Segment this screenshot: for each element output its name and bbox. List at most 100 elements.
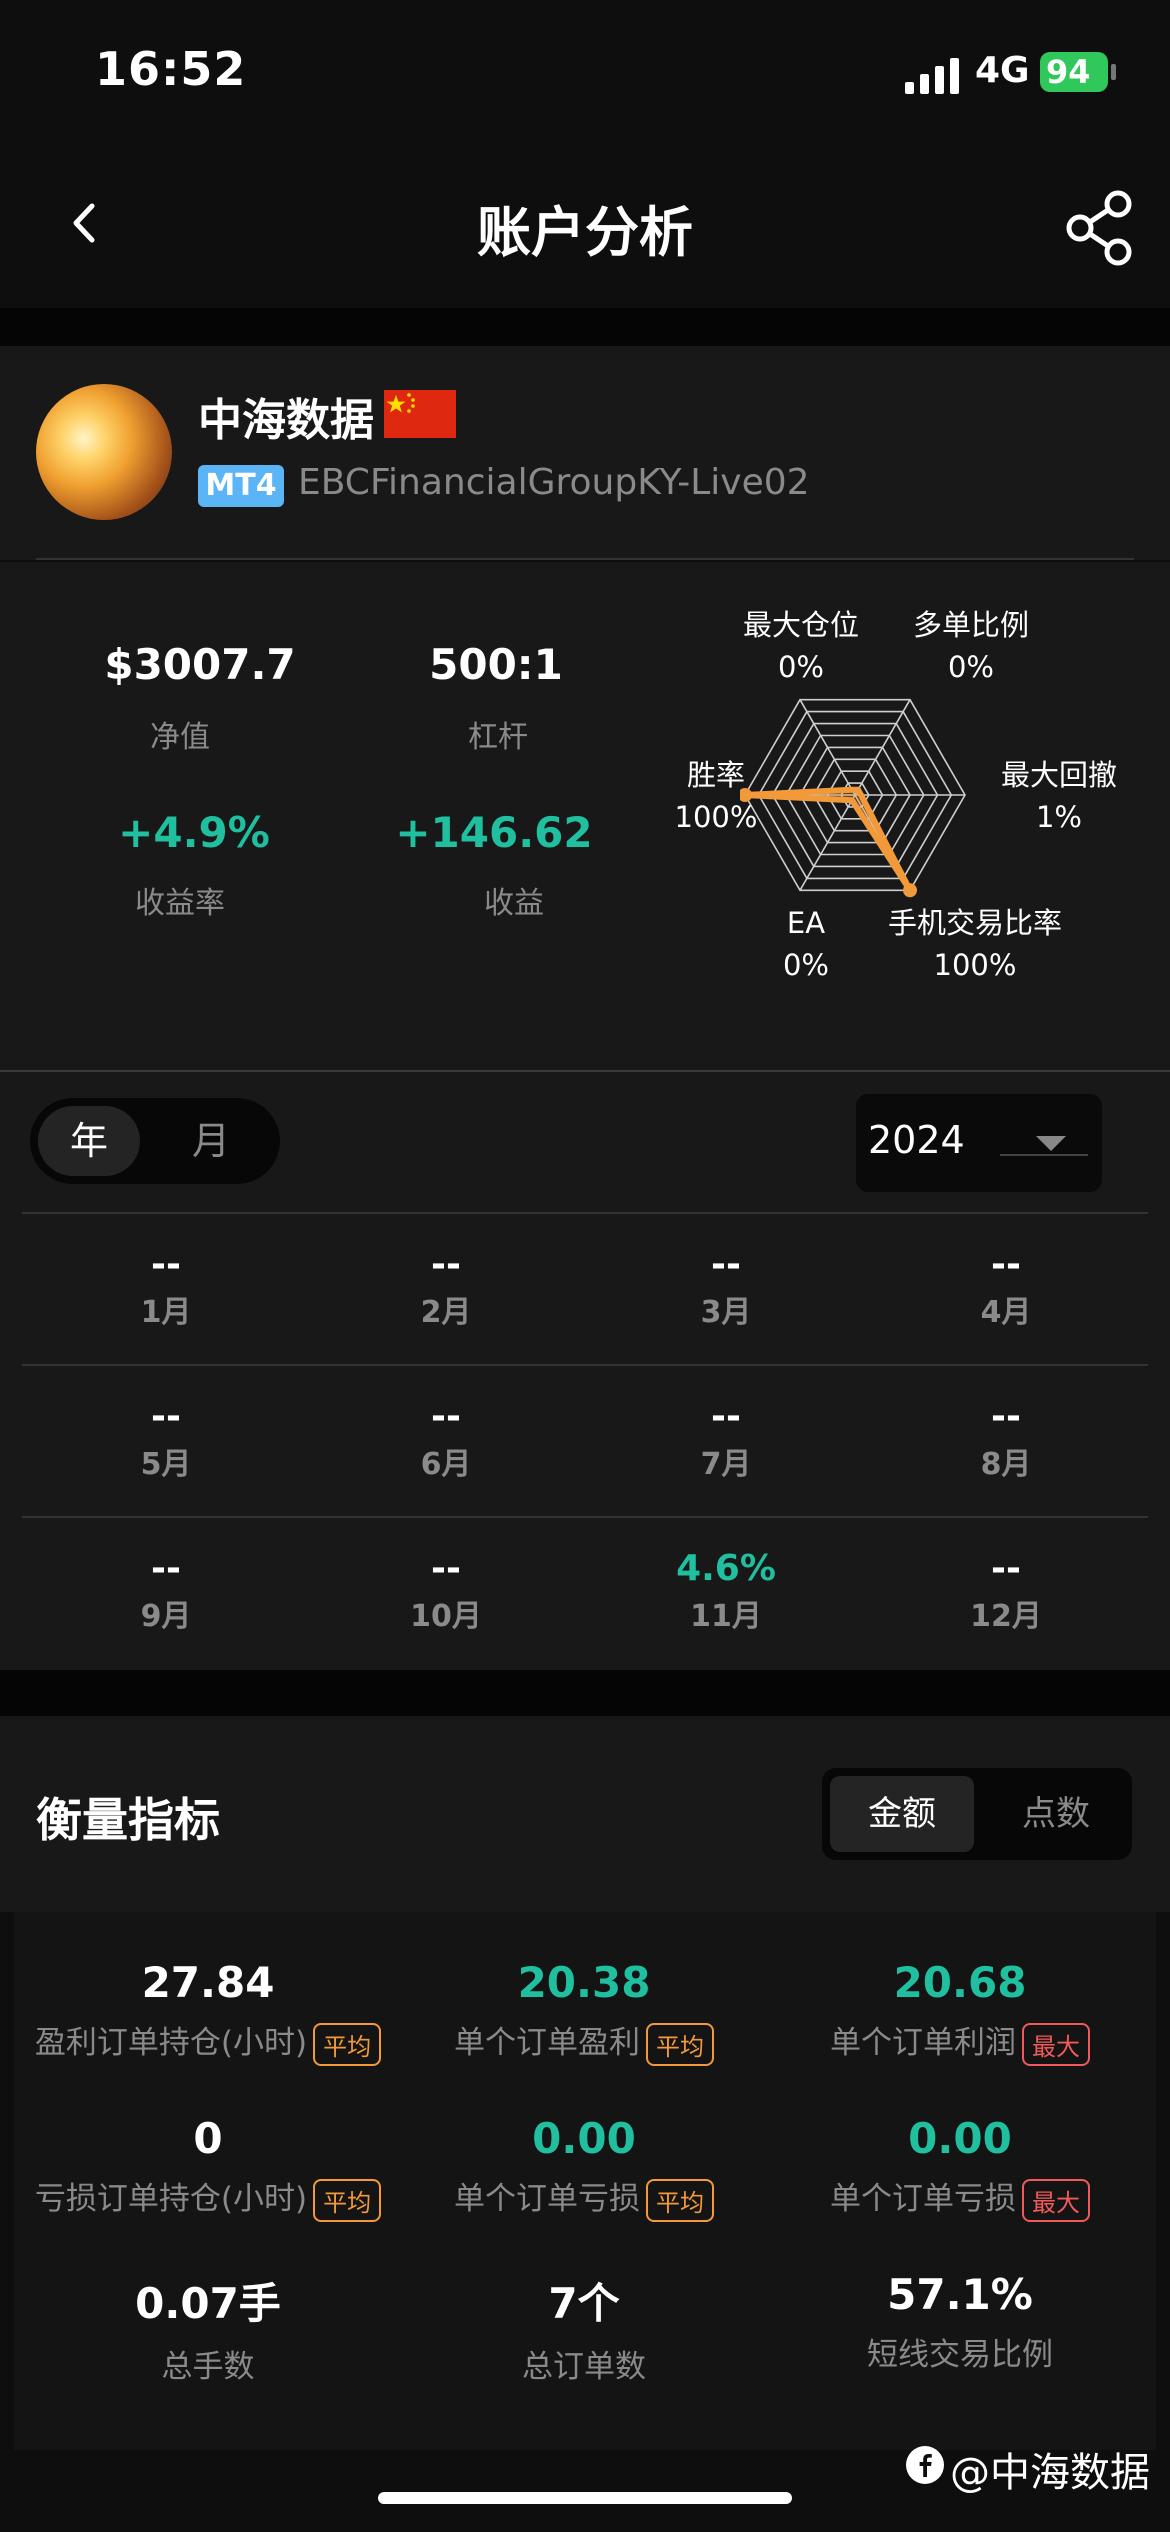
- radar-label-max-drawdown: 最大回撤 1%: [1000, 758, 1117, 834]
- facebook-icon: [906, 2446, 944, 2484]
- month-value: --: [151, 1548, 181, 1589]
- metric-loss-hold-time: 0 亏损订单持仓(小时) 平均: [18, 2114, 398, 2222]
- metric-total-orders: 7个 总订单数: [522, 2279, 646, 2385]
- metric-avg-order-profit: 20.38 单个订单盈利 平均: [394, 1958, 774, 2066]
- month-value: --: [431, 1548, 461, 1589]
- month-name: 1月: [140, 1295, 192, 1330]
- month-name: 5月: [140, 1447, 192, 1482]
- month-name: 12月: [970, 1599, 1042, 1634]
- month-value: --: [711, 1396, 741, 1437]
- month-cell: -- 3月: [586, 1244, 866, 1331]
- metric-profit-hold-time: 27.84 盈利订单持仓(小时) 平均: [18, 1958, 398, 2066]
- month-cell: -- 10月: [306, 1548, 586, 1635]
- account-name: 中海数据: [198, 395, 374, 446]
- network-label: 4G: [975, 50, 1030, 91]
- signal-icon: [905, 58, 959, 94]
- segment-amount[interactable]: 金额: [830, 1776, 974, 1852]
- profile-card: [0, 346, 1170, 560]
- radar-label-max-position: 最大仓位 0%: [742, 608, 859, 684]
- month-name: 10月: [410, 1599, 482, 1634]
- radar-label-win-rate: 胜率 100%: [674, 758, 758, 834]
- month-name: 11月: [690, 1599, 762, 1634]
- equity-label: 净值: [150, 720, 210, 755]
- month-name: 6月: [420, 1447, 472, 1482]
- month-value: 4.6%: [676, 1548, 776, 1589]
- profit-value: +146.62: [395, 808, 593, 857]
- avg-badge: 平均: [646, 2023, 714, 2066]
- divider: [0, 1070, 1170, 1072]
- avg-badge: 平均: [313, 2023, 382, 2066]
- watermark-text: @中海数据: [950, 2450, 1150, 2496]
- radar-label-ea: EA 0%: [782, 906, 829, 982]
- chevron-down-icon[interactable]: [1036, 1136, 1066, 1151]
- segment-points[interactable]: 点数: [984, 1776, 1128, 1852]
- month-value: --: [431, 1244, 461, 1285]
- month-cell: -- 4月: [866, 1244, 1146, 1331]
- month-value: --: [431, 1396, 461, 1437]
- month-value: --: [151, 1396, 181, 1437]
- year-select-value: 2024: [868, 1118, 965, 1162]
- divider: [22, 1212, 1148, 1214]
- china-flag-icon: [384, 390, 456, 438]
- divider: [22, 1516, 1148, 1518]
- metric-short-term-ratio: 57.1% 短线交易比例: [867, 2270, 1053, 2373]
- platform-badge: MT4: [198, 465, 284, 507]
- tab-month[interactable]: 月: [160, 1106, 262, 1176]
- radar-label-long-ratio: 多单比例 0%: [912, 608, 1029, 684]
- month-cell: -- 9月: [26, 1548, 306, 1635]
- month-name: 4月: [980, 1295, 1032, 1330]
- avg-badge: 平均: [646, 2179, 714, 2222]
- radar-label-mobile-ratio: 手机交易比率 100%: [887, 906, 1062, 982]
- divider: [36, 558, 1134, 560]
- month-value: --: [711, 1244, 741, 1285]
- year-select-underline: [1000, 1154, 1088, 1156]
- profit-label: 收益: [484, 886, 544, 921]
- month-name: 8月: [980, 1447, 1032, 1482]
- metrics-title: 衡量指标: [36, 1793, 220, 1847]
- radar-chart: [740, 698, 966, 898]
- section-divider: [0, 308, 1170, 346]
- radar-point: [903, 883, 917, 898]
- month-name: 7月: [700, 1447, 752, 1482]
- month-name: 3月: [700, 1295, 752, 1330]
- leverage-value: 500:1: [429, 640, 563, 689]
- battery-nub: [1111, 64, 1116, 80]
- month-name: 9月: [140, 1599, 192, 1634]
- month-cell: -- 6月: [306, 1396, 586, 1483]
- metric-total-lots: 0.07手 总手数: [135, 2279, 281, 2385]
- month-cell: -- 1月: [26, 1244, 306, 1331]
- return-rate-label: 收益率: [135, 886, 225, 921]
- share-icon[interactable]: [1060, 188, 1140, 268]
- section-divider: [0, 1670, 1170, 1716]
- month-cell: -- 7月: [586, 1396, 866, 1483]
- metric-max-order-loss: 0.00 单个订单亏损 最大: [770, 2114, 1150, 2222]
- month-cell: -- 2月: [306, 1244, 586, 1331]
- avg-badge: 平均: [313, 2179, 382, 2222]
- max-badge: 最大: [1022, 2023, 1090, 2066]
- tab-year[interactable]: 年: [38, 1106, 140, 1176]
- radar-series: [742, 786, 913, 894]
- metric-avg-order-loss: 0.00 单个订单亏损 平均: [394, 2114, 774, 2222]
- divider: [22, 1364, 1148, 1366]
- page-title: 账户分析: [477, 201, 693, 264]
- equity-value: $3007.7: [104, 640, 296, 689]
- return-rate-value: +4.9%: [118, 808, 270, 857]
- month-value: --: [991, 1396, 1021, 1437]
- month-value: --: [151, 1244, 181, 1285]
- month-name: 2月: [420, 1295, 472, 1330]
- month-cell: -- 5月: [26, 1396, 306, 1483]
- home-indicator[interactable]: [378, 2492, 792, 2504]
- month-value: --: [991, 1244, 1021, 1285]
- month-cell: -- 8月: [866, 1396, 1146, 1483]
- battery-icon: 94: [1040, 52, 1108, 92]
- server-name: EBCFinancialGroupKY-Live02: [298, 462, 810, 503]
- month-value: --: [991, 1548, 1021, 1589]
- month-cell: -- 12月: [866, 1548, 1146, 1635]
- status-time: 16:52: [95, 42, 247, 96]
- leverage-label: 杠杆: [468, 720, 528, 755]
- metric-max-order-profit: 20.68 单个订单利润 最大: [770, 1958, 1150, 2066]
- avatar: [36, 384, 172, 520]
- month-cell: 4.6% 11月: [586, 1548, 866, 1635]
- battery-level: 94: [1046, 53, 1091, 91]
- max-badge: 最大: [1022, 2179, 1090, 2222]
